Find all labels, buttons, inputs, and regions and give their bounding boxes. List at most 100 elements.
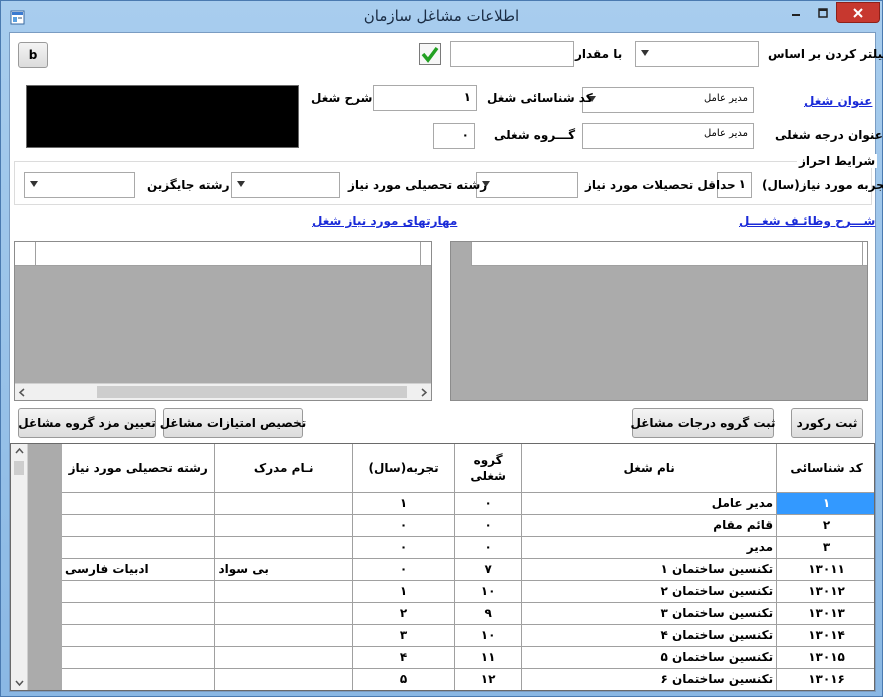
cell-degree[interactable]: [214, 536, 354, 559]
cell-name[interactable]: تکنسین ساختمان ۳: [521, 602, 778, 625]
cell-name[interactable]: مدیر: [521, 536, 778, 559]
skills-grid[interactable]: [14, 241, 432, 401]
job-title-link[interactable]: عنوان شغل: [804, 94, 872, 108]
table-row[interactable]: ۱۳۰۱۱ تکنسین ساختمان ۱ ۷ ۰ بی سواد ادبیات فار…: [62, 558, 874, 581]
alt-field-combo[interactable]: [24, 172, 135, 198]
chevron-down-icon[interactable]: [15, 679, 24, 687]
header-name[interactable]: نام شغل: [521, 444, 778, 493]
cell-id[interactable]: ۱۳۰۱۶: [776, 668, 874, 690]
cell-name[interactable]: تکنسین ساختمان ۵: [521, 646, 778, 669]
table-row[interactable]: ۱ مدیر عامل ۰ ۱: [62, 492, 874, 515]
cell-experience[interactable]: ۰: [352, 558, 455, 581]
field-combo[interactable]: [231, 172, 340, 198]
cell-group[interactable]: ۱۱: [454, 646, 523, 669]
cell-experience[interactable]: ۰: [352, 514, 455, 537]
cell-degree[interactable]: [214, 514, 354, 537]
chevron-up-icon[interactable]: [15, 447, 24, 455]
maximize-button[interactable]: [809, 2, 836, 23]
assign-points-button[interactable]: تخصیص امتیازات مشاغل: [160, 408, 306, 438]
cell-group[interactable]: ۰: [454, 514, 523, 537]
scrollbar-thumb[interactable]: [14, 461, 24, 475]
scrollbar-thumb[interactable]: [97, 386, 407, 398]
cell-experience[interactable]: ۱: [352, 492, 455, 515]
cell-name[interactable]: تکنسین ساختمان ۶: [521, 668, 778, 690]
header-degree[interactable]: نـام مدرک: [214, 444, 354, 493]
cell-field[interactable]: [62, 536, 216, 559]
filter-value-input[interactable]: [450, 41, 574, 67]
cell-id[interactable]: ۱۳۰۱۱: [776, 558, 874, 581]
cell-name[interactable]: تکنسین ساختمان ۱: [521, 558, 778, 581]
duties-grid[interactable]: [450, 241, 868, 401]
horizontal-scrollbar[interactable]: [15, 383, 431, 400]
cell-id[interactable]: ۲: [776, 514, 874, 537]
cell-group[interactable]: ۱۰: [454, 624, 523, 647]
table-row[interactable]: ۱۳۰۱۵ تکنسین ساختمان ۵ ۱۱ ۴: [62, 646, 874, 669]
vertical-scrollbar[interactable]: [11, 444, 28, 690]
jobs-grid[interactable]: کد شناسائی نام شغل گروه شغلی تجربه(سال) …: [10, 443, 875, 691]
table-row[interactable]: ۱۳۰۱۶ تکنسین ساختمان ۶ ۱۲ ۵: [62, 668, 874, 690]
save-record-button[interactable]: ثبت رکورد: [791, 408, 863, 438]
duties-link[interactable]: شـــرح وظائـف شغـــل: [739, 214, 875, 228]
cell-group[interactable]: ۷: [454, 558, 523, 581]
cell-group[interactable]: ۰: [454, 536, 523, 559]
cell-id[interactable]: ۱۳۰۱۳: [776, 602, 874, 625]
cell-field[interactable]: [62, 602, 216, 625]
table-row[interactable]: ۱۳۰۱۳ تکنسین ساختمان ۳۹۲: [62, 602, 874, 625]
header-experience[interactable]: تجربه(سال): [352, 444, 455, 493]
cell-experience[interactable]: ۰: [352, 536, 455, 559]
cell-field[interactable]: [62, 668, 216, 690]
cell-experience[interactable]: ۳: [352, 624, 455, 647]
job-title-combo[interactable]: مدیر عامل: [582, 87, 754, 113]
cell-group[interactable]: ۱۰: [454, 580, 523, 603]
job-group-input[interactable]: ۰: [433, 123, 475, 149]
grade-title-input[interactable]: مدیر عامل: [582, 123, 754, 149]
cell-field[interactable]: ادبیات فارسی: [62, 558, 216, 581]
chevron-left-icon[interactable]: [18, 388, 26, 397]
chevron-right-icon[interactable]: [420, 388, 428, 397]
cell-field[interactable]: [62, 580, 216, 603]
cell-id[interactable]: ۱۳۰۱۴: [776, 624, 874, 647]
header-id[interactable]: کد شناسائی: [776, 444, 874, 493]
table-row[interactable]: ۳ مدیر ۰ ۰: [62, 536, 874, 559]
skills-link[interactable]: مهارتهای مورد نیاز شغل: [312, 214, 457, 228]
filter-field-combo[interactable]: [635, 41, 759, 67]
cell-name[interactable]: قائم مقام: [521, 514, 778, 537]
cell-group[interactable]: ۱۲: [454, 668, 523, 690]
table-row[interactable]: ۱۳۰۱۲ تکنسین ساختمان ۲ ۱۰ ۱: [62, 580, 874, 603]
header-group[interactable]: گروه شغلی: [454, 444, 523, 493]
cell-field[interactable]: [62, 492, 216, 515]
cell-degree[interactable]: [214, 580, 354, 603]
cell-field[interactable]: [62, 624, 216, 647]
apply-filter-checkbox[interactable]: [419, 43, 441, 65]
cell-experience[interactable]: ۴: [352, 646, 455, 669]
cell-group[interactable]: ۹: [454, 602, 523, 625]
cell-experience[interactable]: ۱: [352, 580, 455, 603]
cell-experience[interactable]: ۲: [352, 602, 455, 625]
cell-degree[interactable]: [214, 492, 354, 515]
cell-degree[interactable]: بی سواد: [214, 558, 354, 581]
min-education-combo[interactable]: [476, 172, 578, 198]
close-button[interactable]: [836, 2, 880, 23]
table-row[interactable]: ۱۳۰۱۴ تکنسین ساختمان ۴ ۱۰ ۳: [62, 624, 874, 647]
cell-name[interactable]: تکنسین ساختمان ۲: [521, 580, 778, 603]
cell-id[interactable]: ۱۳۰۱۲: [776, 580, 874, 603]
cell-degree[interactable]: [214, 668, 354, 690]
cell-id[interactable]: ۳: [776, 536, 874, 559]
cell-degree[interactable]: [214, 646, 354, 669]
header-field[interactable]: رشته تحصیلی مورد نیاز: [62, 444, 216, 493]
table-row[interactable]: ۲ قائم مقام ۰ ۰: [62, 514, 874, 537]
job-desc-textarea[interactable]: [26, 85, 299, 148]
cell-field[interactable]: [62, 514, 216, 537]
save-grades-button[interactable]: ثبت گروه درجات مشاغل: [631, 408, 775, 438]
cell-experience[interactable]: ۵: [352, 668, 455, 690]
cell-degree[interactable]: [214, 624, 354, 647]
cell-group[interactable]: ۰: [454, 492, 523, 515]
minimize-button[interactable]: [782, 2, 809, 23]
cell-name[interactable]: مدیر عامل: [521, 492, 778, 515]
cell-name[interactable]: تکنسین ساختمان ۴: [521, 624, 778, 647]
cell-field[interactable]: [62, 646, 216, 669]
title-bar[interactable]: اطلاعات مشاغل سازمان: [1, 1, 882, 33]
set-wage-button[interactable]: تعیین مزد گروه مشاغل: [18, 408, 156, 438]
cell-degree[interactable]: [214, 602, 354, 625]
cell-id[interactable]: ۱۳۰۱۵: [776, 646, 874, 669]
